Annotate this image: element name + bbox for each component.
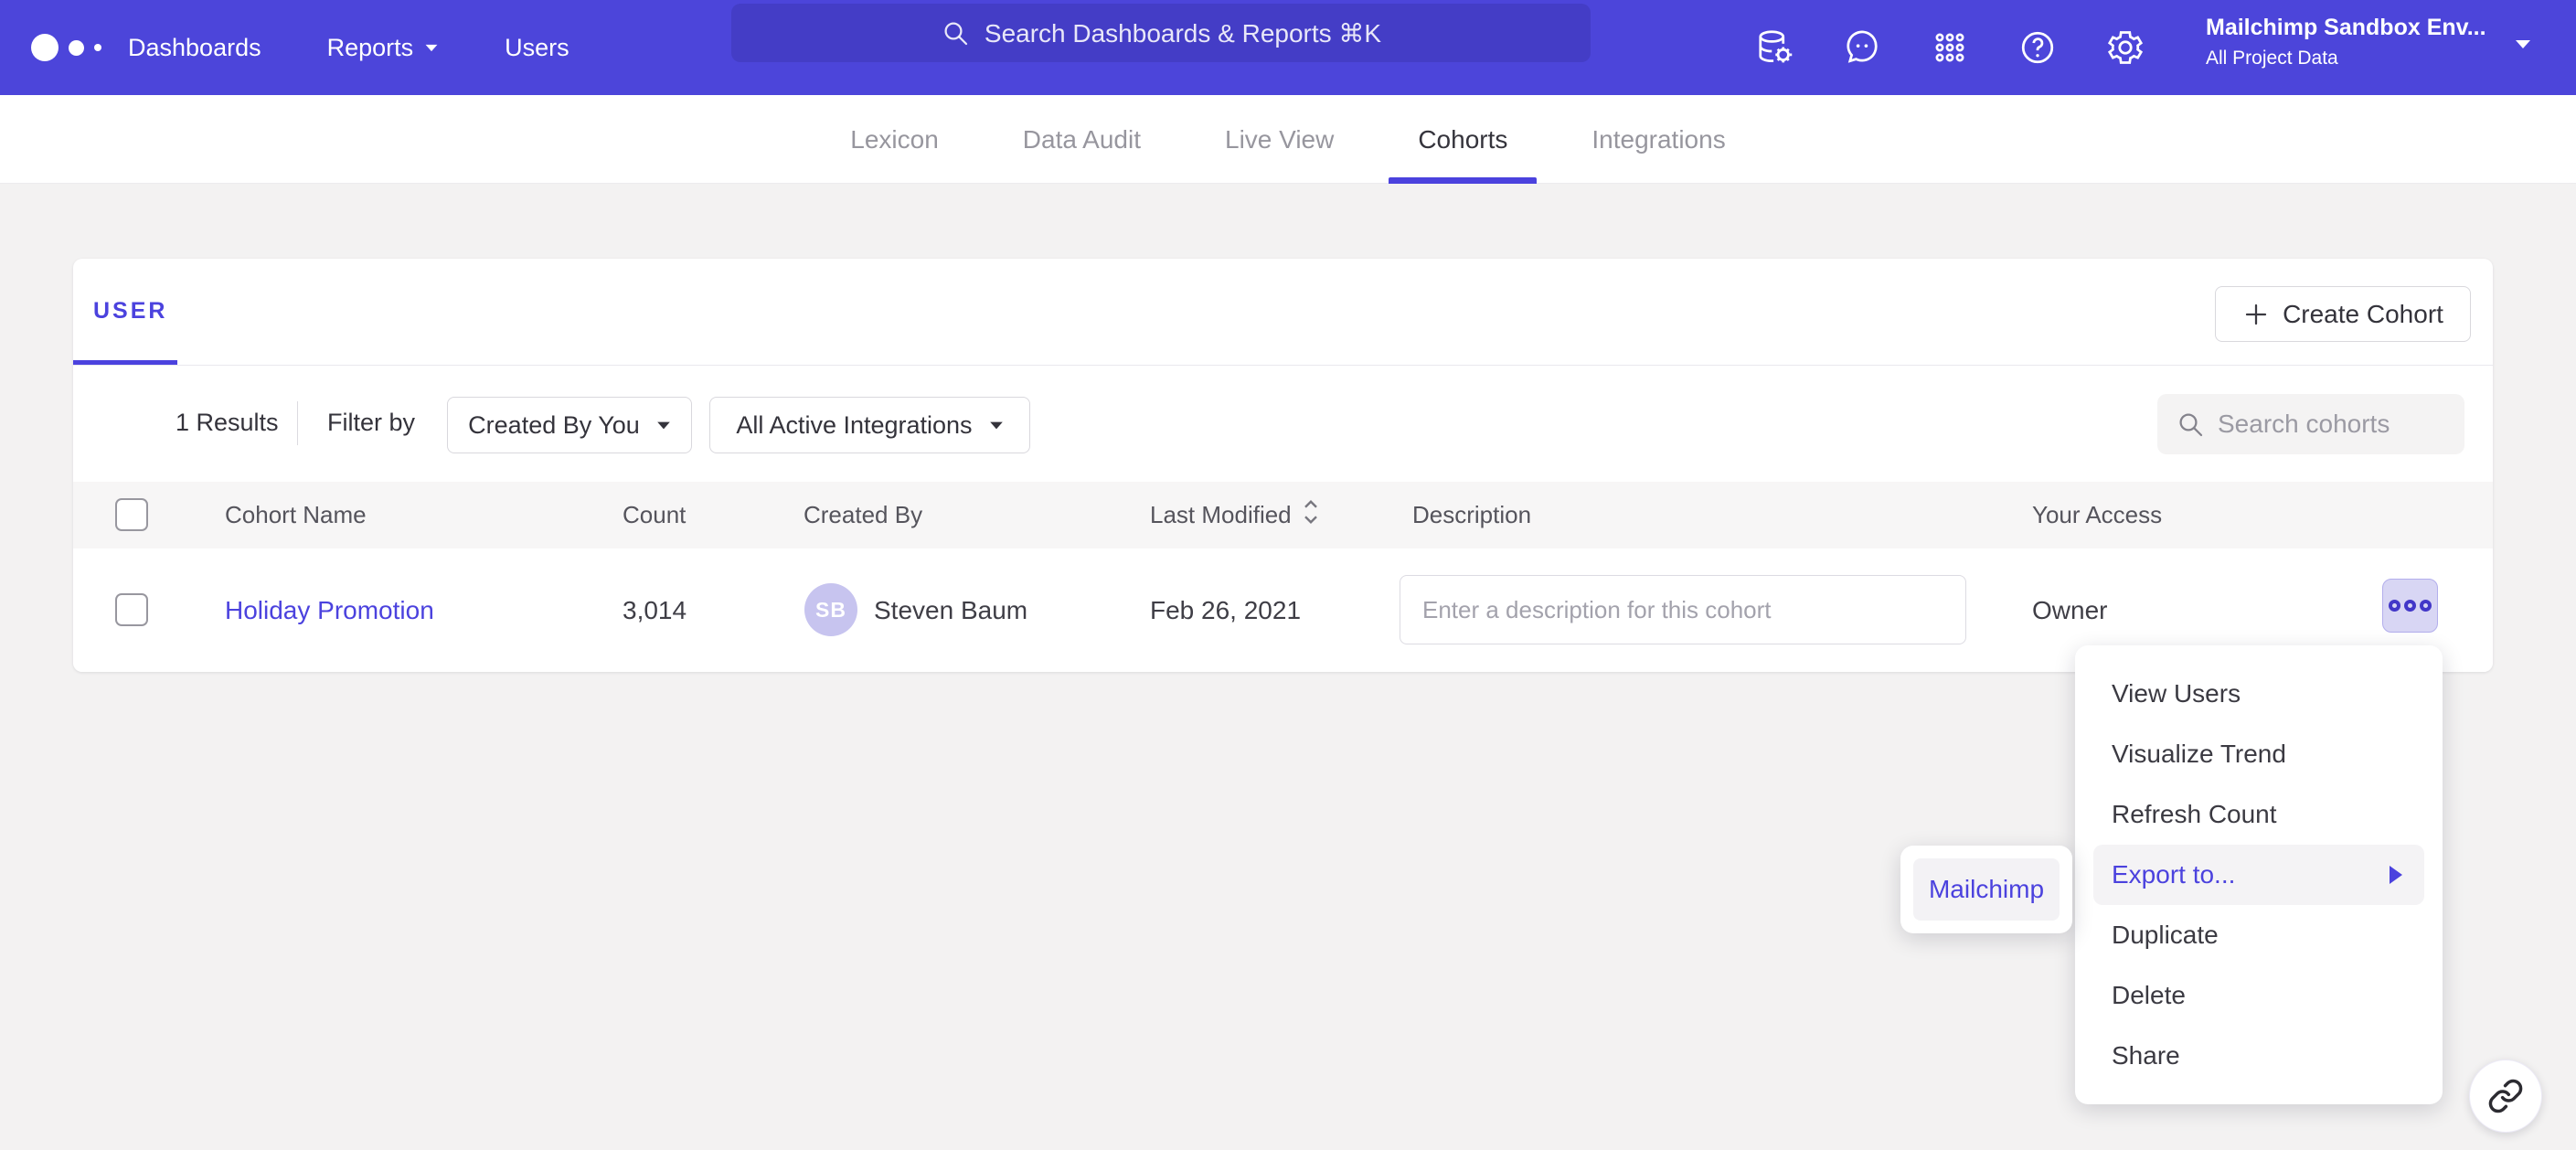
- last-modified-label: Last Modified: [1150, 501, 1292, 529]
- global-search-input[interactable]: Search Dashboards & Reports ⌘K: [731, 4, 1591, 62]
- tab-cohorts-label: Cohorts: [1418, 125, 1507, 154]
- select-all-checkbox[interactable]: [115, 498, 148, 531]
- column-header-count: Count: [623, 482, 686, 548]
- row-more-actions-button[interactable]: [2382, 579, 2438, 633]
- top-nav: Dashboards Reports Users Search Dashboar…: [0, 0, 2576, 95]
- vertical-divider: [297, 401, 298, 445]
- tab-data-audit-label: Data Audit: [1023, 125, 1141, 154]
- help-icon[interactable]: [2017, 27, 2059, 69]
- sort-icon: [1301, 498, 1321, 532]
- nav-item-dashboards[interactable]: Dashboards: [128, 34, 261, 62]
- results-count: 1 Results: [176, 409, 279, 437]
- section-tabbar: Lexicon Data Audit Live View Cohorts Int…: [0, 95, 2576, 184]
- more-dot: [2389, 600, 2400, 612]
- project-name: Mailchimp Sandbox Env...: [2206, 15, 2495, 41]
- plus-icon: [2242, 301, 2270, 328]
- tab-integrations[interactable]: Integrations: [1549, 95, 1767, 184]
- menu-item-share[interactable]: Share: [2075, 1026, 2443, 1086]
- tab-cohorts[interactable]: Cohorts: [1376, 95, 1549, 184]
- table-header: Cohort Name Count Created By Last Modifi…: [73, 482, 2493, 548]
- logo-dot-small: [94, 44, 101, 51]
- created-by-filter-dropdown[interactable]: Created By You: [447, 397, 692, 453]
- search-icon: [2176, 410, 2205, 439]
- link-icon: [2487, 1078, 2524, 1114]
- apps-grid-icon[interactable]: [1929, 27, 1971, 69]
- tab-integrations-label: Integrations: [1591, 125, 1725, 154]
- tab-user-cohorts[interactable]: USER: [93, 298, 167, 325]
- settings-gear-icon[interactable]: [2104, 27, 2146, 69]
- more-dot: [2420, 600, 2432, 612]
- chevron-down-icon: [990, 421, 1003, 429]
- cohort-name-link[interactable]: Holiday Promotion: [225, 548, 434, 672]
- nav-item-reports[interactable]: Reports: [327, 34, 440, 62]
- nav-item-dashboards-label: Dashboards: [128, 34, 261, 62]
- create-cohort-button[interactable]: Create Cohort: [2215, 286, 2471, 342]
- cohort-count: 3,014: [623, 548, 687, 672]
- mixpanel-logo[interactable]: [31, 0, 101, 95]
- column-header-your-access: Your Access: [2032, 482, 2162, 548]
- column-header-last-modified[interactable]: Last Modified: [1150, 482, 1321, 548]
- creator-name: Steven Baum: [874, 548, 1027, 672]
- menu-item-refresh-count[interactable]: Refresh Count: [2075, 784, 2443, 845]
- column-header-cohort-name: Cohort Name: [225, 482, 367, 548]
- global-search-placeholder: Search Dashboards & Reports ⌘K: [985, 18, 1381, 48]
- creator-avatar: SB: [804, 583, 857, 636]
- nav-item-users[interactable]: Users: [505, 34, 569, 62]
- logo-dot-medium: [69, 40, 84, 56]
- project-switcher[interactable]: Mailchimp Sandbox Env... All Project Dat…: [2206, 15, 2495, 69]
- menu-item-visualize-trend[interactable]: Visualize Trend: [2075, 724, 2443, 784]
- integrations-filter-dropdown[interactable]: All Active Integrations: [709, 397, 1030, 453]
- cohorts-card: USER Create Cohort 1 Results Filter by C…: [73, 259, 2493, 672]
- data-settings-icon[interactable]: [1753, 27, 1795, 69]
- tab-lexicon-label: Lexicon: [850, 125, 939, 154]
- project-scope: All Project Data: [2206, 48, 2495, 69]
- submenu-item-mailchimp[interactable]: Mailchimp: [1913, 858, 2060, 921]
- cohort-search-input[interactable]: [2218, 410, 2446, 439]
- cohort-actions-menu: View Users Visualize Trend Refresh Count…: [2075, 645, 2443, 1104]
- description-input[interactable]: [1400, 575, 1966, 644]
- nav-item-reports-label: Reports: [327, 34, 414, 62]
- tab-data-audit[interactable]: Data Audit: [981, 95, 1183, 184]
- more-dot: [2404, 600, 2416, 612]
- primary-nav: Dashboards Reports Users: [128, 0, 569, 95]
- nav-icon-group: [1753, 0, 2146, 95]
- column-header-created-by: Created By: [804, 482, 922, 548]
- menu-item-duplicate[interactable]: Duplicate: [2075, 905, 2443, 965]
- nav-item-users-label: Users: [505, 34, 569, 62]
- search-icon: [941, 18, 970, 48]
- project-chevron-down-icon[interactable]: [2516, 40, 2530, 48]
- created-by-filter-value: Created By You: [468, 411, 640, 440]
- active-tab-underline: [1389, 177, 1537, 184]
- last-modified-date: Feb 26, 2021: [1150, 548, 1301, 672]
- integrations-filter-value: All Active Integrations: [736, 411, 972, 440]
- copy-link-fab[interactable]: [2469, 1059, 2542, 1133]
- submenu-arrow-icon: [2390, 866, 2402, 884]
- chevron-down-icon: [657, 421, 670, 429]
- chevron-down-icon: [426, 44, 438, 50]
- export-submenu: Mailchimp: [1900, 846, 2072, 933]
- tab-lexicon[interactable]: Lexicon: [808, 95, 981, 184]
- create-cohort-label: Create Cohort: [2283, 300, 2443, 329]
- column-header-description: Description: [1412, 482, 1531, 548]
- logo-dot-large: [31, 34, 59, 61]
- menu-item-export-to[interactable]: Export to...: [2093, 845, 2424, 905]
- cohort-search-box: [2157, 394, 2464, 454]
- feedback-icon[interactable]: [1841, 27, 1883, 69]
- card-head-divider: [73, 365, 2493, 366]
- menu-item-view-users[interactable]: View Users: [2075, 664, 2443, 724]
- row-checkbox[interactable]: [115, 593, 148, 626]
- menu-item-delete[interactable]: Delete: [2075, 965, 2443, 1026]
- tab-live-view[interactable]: Live View: [1183, 95, 1376, 184]
- filter-by-label: Filter by: [327, 409, 415, 437]
- export-to-label: Export to...: [2112, 860, 2235, 889]
- tab-live-view-label: Live View: [1225, 125, 1334, 154]
